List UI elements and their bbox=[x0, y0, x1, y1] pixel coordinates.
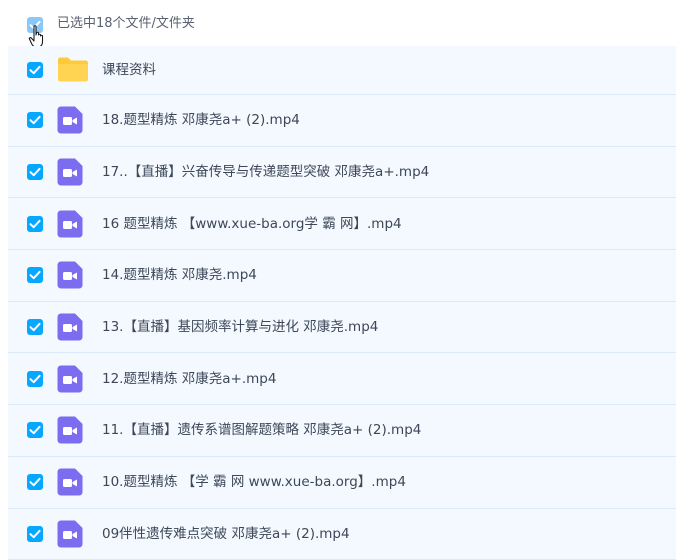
file-name[interactable]: 18.题型精炼 邓康尧a+ (2).mp4 bbox=[102, 111, 300, 129]
checkmark-icon bbox=[29, 322, 41, 332]
video-file-icon bbox=[57, 468, 87, 496]
video-file-icon bbox=[57, 261, 87, 289]
row-checkbox[interactable] bbox=[27, 319, 43, 336]
checkmark-icon bbox=[29, 271, 41, 280]
video-file-icon bbox=[57, 416, 87, 444]
video-file-icon bbox=[57, 158, 87, 186]
video-file-icon bbox=[57, 520, 87, 548]
row-checkbox[interactable] bbox=[27, 422, 43, 439]
file-row[interactable]: 14.题型精炼 邓康尧.mp4 bbox=[8, 250, 676, 302]
row-checkbox[interactable] bbox=[27, 525, 43, 542]
row-checkbox[interactable] bbox=[27, 62, 43, 78]
file-row[interactable]: 11.【直播】遗传系谱图解题策略 邓康尧a+ (2).mp4 bbox=[8, 405, 676, 457]
file-name[interactable]: 11.【直播】遗传系谱图解题策略 邓康尧a+ (2).mp4 bbox=[102, 421, 421, 439]
checkmark-icon bbox=[29, 116, 41, 125]
file-row[interactable]: 17..【直播】兴奋传导与传递题型突破 邓康尧a+.mp4 bbox=[8, 146, 676, 199]
row-checkbox[interactable] bbox=[27, 215, 43, 232]
checkmark-icon bbox=[29, 426, 41, 435]
row-checkbox[interactable] bbox=[27, 164, 43, 181]
file-name[interactable]: 10.题型精炼 【学 霸 网 www.xue-ba.org】.mp4 bbox=[102, 473, 406, 491]
file-list: 课程资料 18.题型精炼 邓康尧a+ (2).mp4 17..【直播】兴奋传导与… bbox=[8, 46, 676, 560]
checkmark-icon bbox=[29, 529, 41, 539]
folder-icon bbox=[57, 56, 88, 84]
file-name[interactable]: 课程资料 bbox=[102, 61, 156, 79]
selection-header: 已选中18个文件/文件夹 bbox=[0, 0, 676, 48]
file-name[interactable]: 14.题型精炼 邓康尧.mp4 bbox=[102, 266, 257, 284]
file-row[interactable]: 18.题型精炼 邓康尧a+ (2).mp4 bbox=[8, 95, 676, 147]
file-name[interactable]: 13.【直播】基因频率计算与进化 邓康尧.mp4 bbox=[102, 318, 378, 336]
video-file-icon bbox=[57, 106, 87, 134]
file-row[interactable]: 16 题型精炼 【www.xue-ba.org学 霸 网】.mp4 bbox=[8, 198, 676, 251]
row-checkbox[interactable] bbox=[27, 370, 43, 387]
file-name[interactable]: 12.题型精炼 邓康尧a+.mp4 bbox=[102, 370, 276, 388]
file-row[interactable]: 12.题型精炼 邓康尧a+.mp4 bbox=[8, 353, 676, 406]
file-row[interactable]: 课程资料 bbox=[8, 46, 676, 95]
checkmark-icon bbox=[29, 167, 41, 177]
checkmark-icon bbox=[29, 477, 41, 487]
row-checkbox[interactable] bbox=[27, 112, 43, 129]
video-file-icon bbox=[57, 365, 87, 393]
file-row[interactable]: 13.【直播】基因频率计算与进化 邓康尧.mp4 bbox=[8, 301, 676, 354]
checkmark-icon bbox=[29, 65, 41, 75]
file-name[interactable]: 09伴性遗传难点突破 邓康尧a+ (2).mp4 bbox=[102, 525, 350, 543]
video-file-icon bbox=[57, 210, 87, 238]
file-row[interactable]: 09伴性遗传难点突破 邓康尧a+ (2).mp4 bbox=[8, 508, 676, 560]
file-row[interactable]: 10.题型精炼 【学 霸 网 www.xue-ba.org】.mp4 bbox=[8, 456, 676, 509]
file-name[interactable]: 17..【直播】兴奋传导与传递题型突破 邓康尧a+.mp4 bbox=[102, 163, 429, 181]
checkmark-icon bbox=[29, 374, 41, 383]
row-checkbox[interactable] bbox=[27, 267, 43, 284]
selection-count-text: 已选中18个文件/文件夹 bbox=[57, 16, 195, 31]
checkmark-icon bbox=[29, 219, 41, 228]
video-file-icon bbox=[57, 313, 87, 341]
row-checkbox[interactable] bbox=[27, 474, 43, 491]
file-name[interactable]: 16 题型精炼 【www.xue-ba.org学 霸 网】.mp4 bbox=[102, 215, 402, 233]
